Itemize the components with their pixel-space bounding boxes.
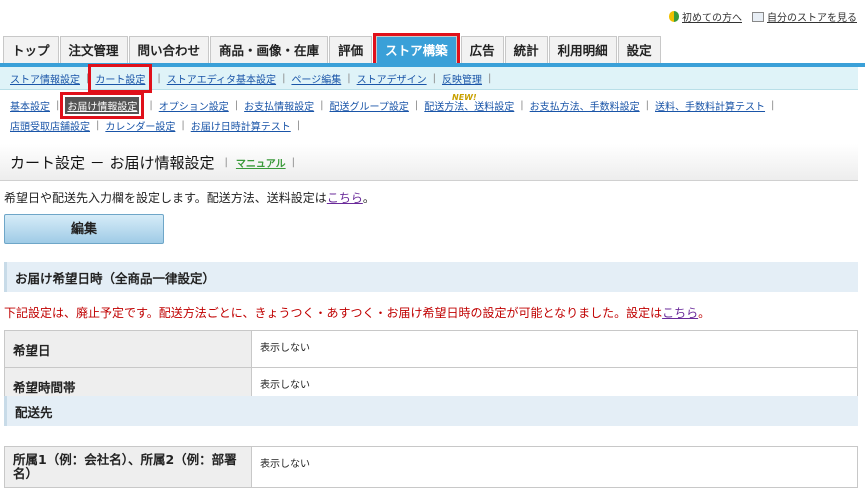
divider: | xyxy=(149,99,153,111)
row-label: 希望日 xyxy=(4,330,252,368)
main-nav-tab-orders[interactable]: 注文管理 xyxy=(59,36,128,64)
top-links: 初めての方へ 自分のストアを見る xyxy=(669,9,857,24)
divider: | xyxy=(771,99,775,111)
divider: | xyxy=(86,72,90,84)
sub-nav-payment-info[interactable]: お支払情報設定 xyxy=(244,98,314,113)
row-value: 表示しない xyxy=(251,446,858,488)
section-title-destination: 配送先 xyxy=(15,404,53,420)
beginner-leaf-icon xyxy=(669,11,679,22)
store-window-icon xyxy=(752,11,764,22)
divider: | xyxy=(96,119,100,131)
main-nav-tab-top[interactable]: トップ xyxy=(3,36,59,64)
divider: | xyxy=(234,99,239,111)
sub-nav-shipping-methods[interactable]: 配送方法、送料設定 xyxy=(424,98,514,113)
main-nav-tab-ads[interactable]: 広告 xyxy=(460,36,504,64)
main-nav-tab-settings[interactable]: 設定 xyxy=(617,36,661,64)
sub-nav-shipping-group[interactable]: 配送グループ設定 xyxy=(330,98,409,113)
sub-nav-cart-settings[interactable]: カート設定 xyxy=(88,63,153,93)
sub-nav-store-info[interactable]: ストア情報設定 xyxy=(10,71,80,86)
row-label: 所属1（例：会社名）、所属2（例：部署名） xyxy=(4,446,252,488)
sub-nav-basic-settings[interactable]: 基本設定 xyxy=(10,98,50,113)
page-description: 希望日や配送先入力欄を設定します。配送方法、送料設定はこちら。 xyxy=(4,189,375,206)
row-value: 表示しない xyxy=(251,330,858,368)
sub-nav-store-design[interactable]: ストアデザイン xyxy=(357,71,427,86)
manual-link[interactable]: マニュアル xyxy=(236,155,286,170)
sub-nav-option-settings[interactable]: オプション設定 xyxy=(159,98,229,113)
divider: | xyxy=(520,99,524,111)
main-nav-tab-billing[interactable]: 利用明細 xyxy=(548,36,617,64)
section-header-destination: 配送先 xyxy=(4,396,858,426)
view-store-link-label: 自分のストアを見る xyxy=(767,13,857,24)
sub-nav-page-edit[interactable]: ページ編集 xyxy=(291,71,341,86)
main-nav-tab-reviews[interactable]: 評価 xyxy=(329,36,373,64)
divider: | xyxy=(320,99,324,111)
main-nav-tab-inquiries[interactable]: 問い合わせ xyxy=(128,36,210,64)
shipping-settings-link[interactable]: こちら xyxy=(327,191,363,205)
top-bar: 初めての方へ 自分のストアを見る xyxy=(0,0,865,30)
destination-table: 所属1（例：会社名）、所属2（例：部署名） 表示しない xyxy=(4,446,858,488)
description-text: 希望日や配送先入力欄を設定します。配送方法、送料設定は xyxy=(4,191,327,205)
divider: | xyxy=(645,99,650,111)
section-header-delivery-date: お届け希望日時（全商品一律設定） xyxy=(4,262,858,292)
page-title-bar: カート設定 － お届け情報設定 | マニュアル | xyxy=(0,144,858,181)
main-nav-tab-store-build[interactable]: ストア構築 xyxy=(373,33,460,67)
divider: | xyxy=(488,72,492,84)
sub-nav-delivery-date-test[interactable]: お届け日時計算テスト xyxy=(191,118,291,133)
section-title-delivery-date: お届け希望日時（全商品一律設定） xyxy=(15,270,216,286)
description-suffix: 。 xyxy=(362,191,375,205)
sub-nav-secondary-row-2: 店頭受取店舗設定 | カレンダー設定 | お届け日時計算テスト | xyxy=(0,115,858,135)
sub-nav-secondary-row-1: 基本設定 | お届け情報設定 | オプション設定 | お支払情報設定 | 配送グ… xyxy=(0,91,858,119)
table-row: 所属1（例：会社名）、所属2（例：部署名） 表示しない xyxy=(4,446,858,488)
sub-nav-publish-manage[interactable]: 反映管理 xyxy=(442,71,482,86)
sub-nav-primary: ストア情報設定 | カート設定 | ストアエディタ基本設定 | ページ編集 | … xyxy=(0,63,858,93)
beginners-link[interactable]: 初めての方へ xyxy=(669,9,742,24)
sub-nav-fee-calc-test[interactable]: 送料、手数料計算テスト xyxy=(655,98,765,113)
divider: | xyxy=(296,119,301,131)
warning-suffix: 。 xyxy=(698,306,711,320)
sub-nav-calendar[interactable]: カレンダー設定 xyxy=(105,118,175,133)
warning-text: 下記設定は、廃止予定です。配送方法ごとに、きょうつく・あすつく・お届け希望日時の… xyxy=(4,306,663,320)
divider: | xyxy=(414,99,419,111)
view-store-link[interactable]: 自分のストアを見る xyxy=(752,9,857,24)
page-title: カート設定 － お届け情報設定 xyxy=(10,153,215,172)
main-nav-tab-products[interactable]: 商品・画像・在庫 xyxy=(210,36,329,64)
divider: | xyxy=(224,156,228,168)
divider: | xyxy=(181,119,185,131)
divider: | xyxy=(157,72,161,84)
divider: | xyxy=(291,156,295,168)
sub-nav-payment-methods[interactable]: お支払方法、手数料設定 xyxy=(530,98,640,113)
divider: | xyxy=(347,72,351,84)
edit-button[interactable]: 編集 xyxy=(4,214,164,244)
divider: | xyxy=(282,72,286,84)
divider: | xyxy=(56,99,60,111)
sub-nav-store-editor[interactable]: ストアエディタ基本設定 xyxy=(167,71,276,86)
main-nav-tab-stats[interactable]: 統計 xyxy=(504,36,548,64)
warning-settings-link[interactable]: こちら xyxy=(662,306,698,320)
deprecation-warning: 下記設定は、廃止予定です。配送方法ごとに、きょうつく・あすつく・お届け希望日時の… xyxy=(4,304,710,321)
sub-nav-store-pickup[interactable]: 店頭受取店舗設定 xyxy=(10,118,90,133)
sub-nav-delivery-info[interactable]: お届け情報設定 xyxy=(60,91,145,119)
table-row: 希望日 表示しない xyxy=(4,330,858,368)
main-nav: トップ 注文管理 問い合わせ 商品・画像・在庫 評価 ストア構築 広告 統計 利… xyxy=(3,33,662,67)
divider: | xyxy=(432,72,436,84)
delivery-date-table: 希望日 表示しない 希望時間帯 表示しない xyxy=(4,330,858,405)
beginners-link-label: 初めての方へ xyxy=(682,13,742,24)
sub-nav-secondary: 基本設定 | お届け情報設定 | オプション設定 | お支払情報設定 | 配送グ… xyxy=(0,91,858,135)
